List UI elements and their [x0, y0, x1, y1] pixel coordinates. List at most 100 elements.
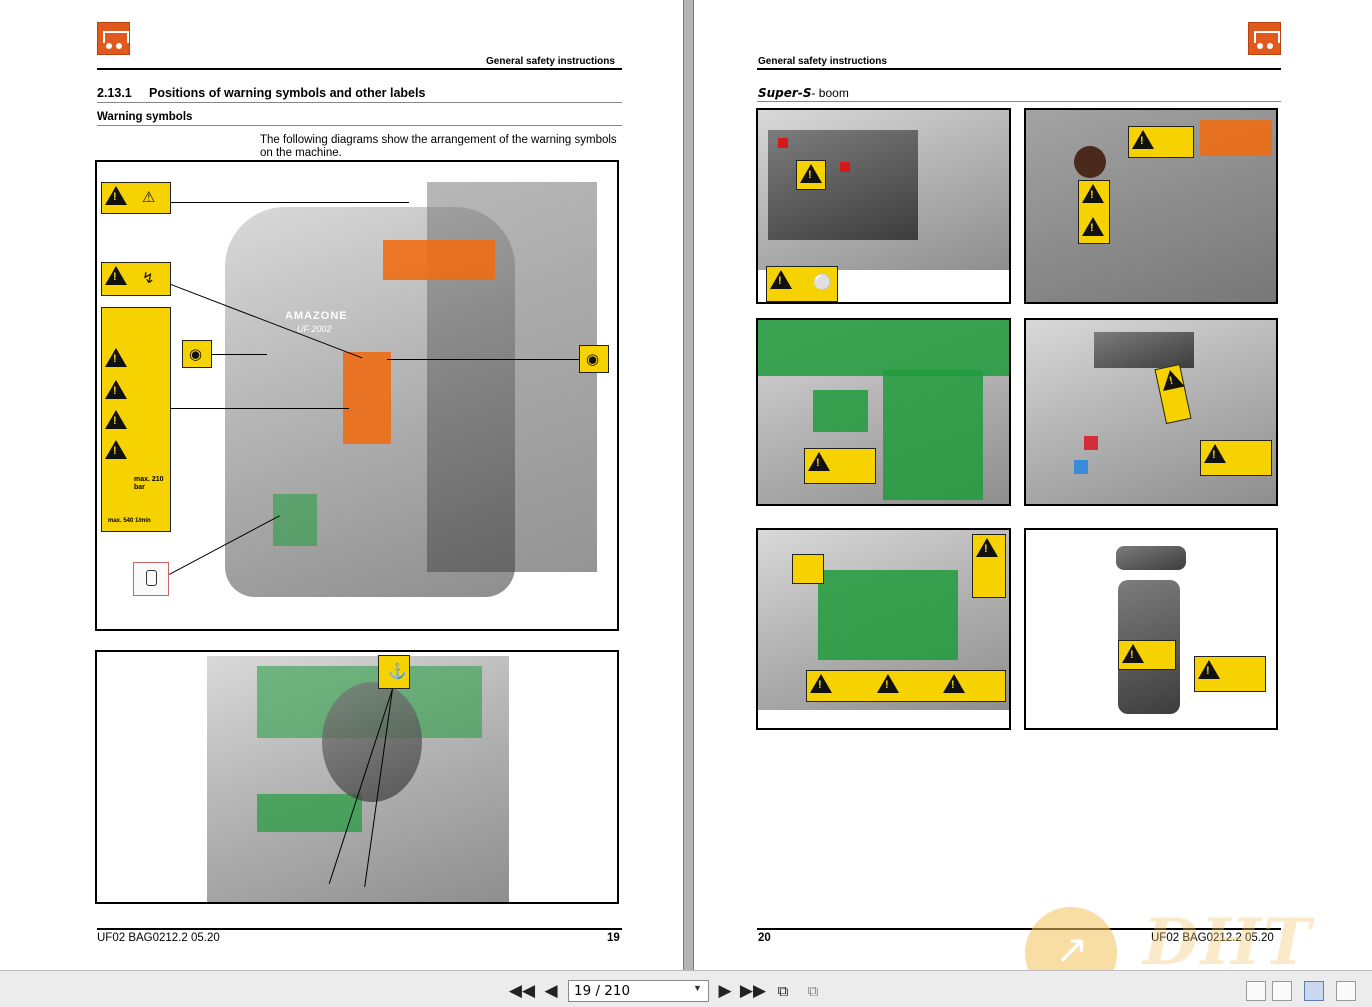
warning-sign-toxic [796, 160, 826, 190]
amazone-logo-icon [1248, 22, 1281, 55]
navigation-toolbar: ◀◀ ◀ ▼ ▶ ▶▶ ⧉ ⧉ [0, 970, 1372, 1007]
previous-page-button[interactable]: ◀ [540, 980, 562, 1002]
hook-icon: ⚓ [388, 663, 407, 680]
hose-reel-figure: ⚓ [95, 650, 619, 904]
warning-sign-toxic: ⚠ [101, 182, 171, 214]
continuous-view-button[interactable] [1272, 981, 1292, 1001]
warning-sign-pressure [1194, 656, 1266, 692]
green-bracket [813, 390, 868, 432]
photo-lift-frame [756, 528, 1011, 730]
section-title: Super-S- boom [758, 86, 849, 100]
green-lift-frame [818, 570, 958, 660]
intro-paragraph: The following diagrams show the arrangem… [260, 134, 617, 159]
green-arm [883, 370, 983, 500]
go-forward-view-button[interactable]: ⧉ [802, 980, 824, 1002]
machine-brand: AMAZONE [285, 310, 348, 322]
section-rule [757, 101, 1281, 102]
subsection-rule [97, 125, 622, 126]
hose-reel-image [322, 682, 422, 802]
leader-line [387, 359, 579, 360]
leader-line [171, 202, 409, 203]
pressure-label: max. 210 bar [134, 476, 164, 491]
filter-cap-image [1116, 546, 1186, 570]
section-title: Positions of warning symbols and other l… [149, 86, 426, 100]
facing-pages-view-button[interactable] [1304, 981, 1324, 1001]
header-rule [97, 68, 622, 70]
pto-label: max. 540 1/min [108, 518, 151, 524]
red-valve-icon [1084, 436, 1098, 450]
page-number: 19 [607, 932, 620, 944]
leader-line [212, 354, 267, 355]
warning-sign-eye-right: ◉ [579, 345, 609, 373]
orange-panel [343, 352, 391, 444]
page-header: General safety instructions [758, 56, 887, 67]
warning-sign-fall [1128, 126, 1194, 158]
bracket-image [1094, 332, 1194, 368]
footer-doc-id: UF02 BAG0212.2 05.20 [1151, 932, 1274, 944]
power-line-icon: ↯ [142, 270, 155, 287]
green-frame [758, 320, 1009, 376]
section-rule [97, 102, 622, 103]
subsection-title: Warning symbols [97, 111, 193, 123]
photo-boom-arm [1024, 318, 1278, 506]
warning-sign-stack [972, 534, 1006, 598]
warning-sign-filter [1118, 640, 1176, 670]
previous-page-icon: ◀ [544, 981, 558, 1000]
warning-sign-stack [1078, 180, 1110, 244]
forward-view-icon: ⧉ [807, 982, 819, 1000]
page-20: General safety instructions Super-S- boo… [694, 0, 1372, 970]
go-back-view-button[interactable]: ⧉ [772, 980, 794, 1002]
page-dropdown-chevron-icon[interactable]: ▼ [693, 983, 702, 993]
orange-tank-part [383, 240, 495, 280]
page-header: General safety instructions [486, 56, 615, 67]
eye-icon: ◉ [189, 346, 203, 363]
footer-doc-id: UF02 BAG0212.2 05.20 [97, 932, 220, 944]
page-divider [683, 0, 694, 970]
single-page-view-button[interactable] [1246, 981, 1266, 1001]
red-knob-icon [778, 138, 788, 148]
next-page-button[interactable]: ▶ [714, 980, 736, 1002]
cap-icon [1074, 146, 1106, 178]
machine-model: UF 2002 [297, 324, 332, 334]
last-page-button[interactable]: ▶▶ [739, 980, 767, 1002]
document-viewer[interactable]: General safety instructions 2.13.1 Posit… [0, 0, 1372, 970]
warning-sign-eye: ◉ [182, 340, 212, 368]
section-suffix: - boom [811, 86, 849, 100]
last-page-icon: ▶▶ [739, 981, 767, 1000]
red-knob-icon [840, 162, 850, 172]
footer-rule [97, 928, 622, 930]
section-number: 2.13.1 [97, 86, 132, 100]
orange-label [1200, 120, 1272, 156]
toolbox-image [768, 130, 918, 240]
warning-sign-lift-hook: ⚓ [378, 655, 410, 689]
warning-sign-row [806, 670, 1006, 702]
next-page-icon: ▶ [718, 981, 732, 1000]
brand-name: Super-S [758, 86, 812, 100]
canister-icon [146, 570, 157, 586]
footer-rule [757, 928, 1281, 930]
page-number-input[interactable] [568, 980, 709, 1002]
photo-tank-lid: ⚪ [756, 108, 1011, 304]
photo-control-panel [1024, 108, 1278, 304]
blue-valve-icon [1074, 460, 1088, 474]
page-19: General safety instructions 2.13.1 Posit… [0, 0, 683, 970]
green-part [273, 494, 317, 546]
leader-line [171, 408, 349, 409]
person-icon: ⚠ [142, 189, 156, 206]
first-page-button[interactable]: ◀◀ [508, 980, 536, 1002]
back-view-icon: ⧉ [777, 982, 789, 1000]
warning-sign-protective-suit: ⚪ [766, 266, 838, 302]
amazone-logo-icon [97, 22, 130, 55]
first-page-icon: ◀◀ [508, 981, 536, 1000]
warning-sign-folding [1200, 440, 1272, 476]
eye-icon: ◉ [586, 351, 600, 368]
warning-sign-electric: ↯ [101, 262, 171, 296]
photo-boom-hinge [756, 318, 1011, 506]
photo-filter [1024, 528, 1278, 730]
warning-sign-crush [804, 448, 876, 484]
page-number: 20 [758, 932, 771, 944]
header-rule [757, 68, 1281, 70]
filler-label [133, 562, 169, 596]
continuous-facing-view-button[interactable] [1336, 981, 1356, 1001]
warning-label-strip: max. 210 bar max. 540 1/min [101, 307, 171, 532]
